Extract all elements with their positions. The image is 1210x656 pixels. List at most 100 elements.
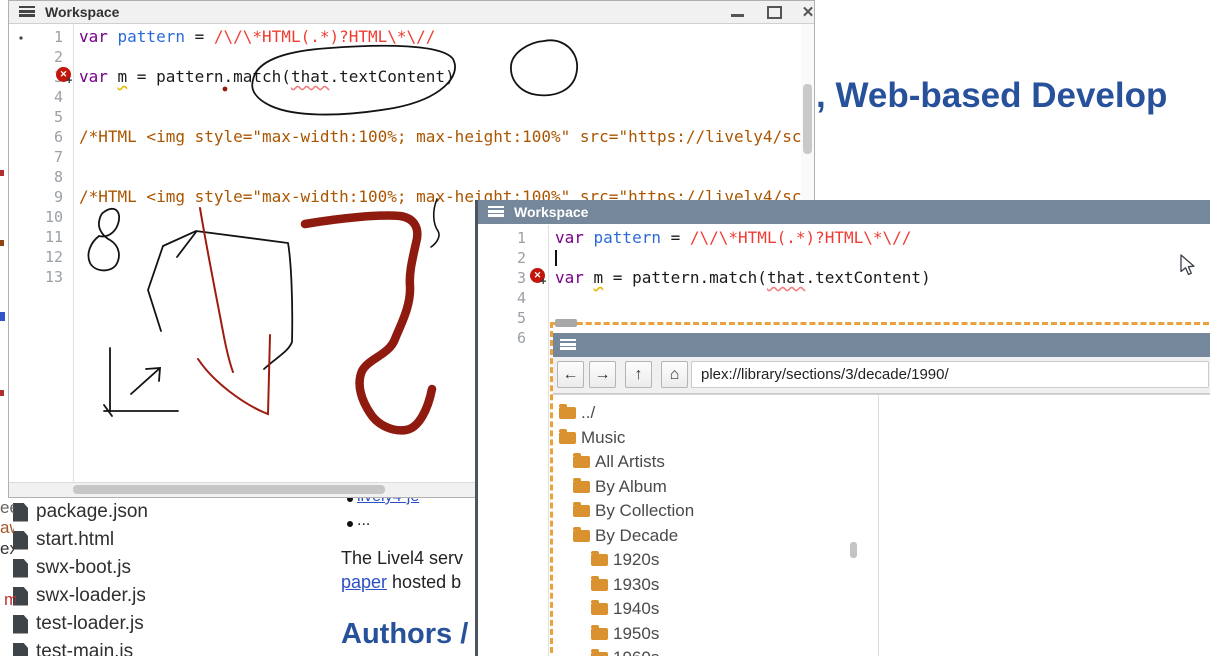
folder-label: 1960s	[613, 648, 659, 656]
forward-icon[interactable]: →	[589, 361, 616, 388]
error-badge[interactable]: ✕ +	[530, 268, 546, 284]
folder-label: ../	[581, 403, 595, 423]
regex-literal: /\/\*HTML(.*)?HTML\*\//	[214, 27, 436, 46]
workspace1-title: Workspace	[45, 4, 119, 20]
folder-item[interactable]: 1960s	[591, 646, 659, 656]
file-item[interactable]: start.html	[13, 528, 114, 552]
folder-icon	[591, 603, 608, 615]
line-number: 10	[33, 207, 63, 227]
identifier-that: that	[291, 67, 330, 86]
folder-label: 1930s	[613, 575, 659, 595]
folder-icon	[559, 407, 576, 419]
file-item[interactable]: swx-boot.js	[13, 556, 131, 580]
edge-mark	[0, 312, 5, 321]
identifier-m: m	[118, 67, 128, 86]
keyword-var: var	[555, 228, 594, 247]
menu-icon[interactable]	[19, 6, 35, 17]
folder-label: 1950s	[613, 624, 659, 644]
identifier-pattern: pattern	[118, 27, 185, 46]
paper-link[interactable]: paper	[341, 572, 387, 592]
folder-item[interactable]: By Album	[573, 475, 667, 499]
browser-content: ../ Music All Artists By Album By Collec…	[553, 394, 1210, 656]
code-text: = pattern.match(	[127, 67, 291, 86]
workspace-window-2: Workspace 1 2 3 4 5 6 ✕ + var pattern = …	[475, 200, 1210, 656]
text-fragment: ex	[0, 539, 14, 559]
file-label: test-loader.js	[36, 613, 144, 635]
folder-label: By Album	[595, 477, 667, 497]
folder-label: Music	[581, 428, 625, 448]
code-line-3[interactable]: var m = pattern.match(that.textContent)	[79, 67, 455, 87]
edge-mark	[0, 170, 4, 176]
workspace1-titlebar[interactable]: Workspace ✕	[9, 1, 814, 24]
folder-icon	[591, 579, 608, 591]
file-icon	[13, 615, 28, 634]
folder-item[interactable]: By Decade	[573, 524, 678, 548]
folder-item[interactable]: ../	[559, 401, 595, 425]
line-number: 2	[496, 248, 526, 268]
drag-handle[interactable]	[555, 319, 577, 327]
code-line-3[interactable]: var m = pattern.match(that.textContent)	[555, 268, 931, 288]
close-button[interactable]: ✕	[797, 5, 815, 20]
edge-mark	[0, 390, 4, 396]
folder-item[interactable]: By Collection	[573, 499, 694, 523]
paragraph-line2: paper hosted b	[341, 572, 461, 593]
folder-item[interactable]: All Artists	[573, 450, 665, 474]
menu-icon[interactable]	[488, 206, 504, 217]
file-icon	[13, 559, 28, 578]
album-grid: ORIGINAL MOTION PICTURE SOUNDTRACK THE 1…	[879, 395, 1210, 656]
folder-icon	[573, 481, 590, 493]
address-bar[interactable]: plex://library/sections/3/decade/1990/	[691, 361, 1209, 388]
screen: , Web-based Develop lively4-je ... The L…	[0, 0, 1210, 656]
file-item[interactable]: swx-loader.js	[13, 584, 146, 608]
gutter-divider	[548, 225, 549, 656]
browser-titlebar[interactable]	[553, 333, 1210, 357]
code-text: .textContent)	[805, 268, 930, 287]
up-icon[interactable]: ↑	[625, 361, 652, 388]
minimize-button[interactable]	[727, 5, 749, 20]
home-icon[interactable]: ⌂	[661, 361, 688, 388]
scrollbar-thumb[interactable]	[73, 485, 385, 494]
folder-item[interactable]: 1930s	[591, 573, 659, 597]
file-item[interactable]: test-loader.js	[13, 612, 144, 636]
workspace2-titlebar[interactable]: Workspace	[478, 200, 1210, 224]
menu-icon[interactable]	[560, 339, 576, 350]
file-icon	[13, 503, 28, 522]
back-icon[interactable]: ←	[557, 361, 584, 388]
line-number: 4	[496, 288, 526, 308]
error-badge[interactable]: ✕ +	[56, 67, 72, 83]
file-item[interactable]: test-main.js	[13, 640, 133, 656]
line-number: 5	[33, 107, 63, 127]
error-plus-icon: +	[66, 75, 72, 87]
code-line-6[interactable]: /*HTML <img style="max-width:100%; max-h…	[79, 127, 815, 147]
maximize-button[interactable]	[764, 5, 786, 20]
annotation-dot	[17, 34, 27, 44]
bullet-ellipsis: ...	[357, 512, 370, 530]
identifier-pattern: pattern	[594, 228, 661, 247]
scrollbar-thumb[interactable]	[850, 542, 857, 558]
scrollbar-thumb[interactable]	[803, 84, 812, 154]
operator: =	[661, 228, 690, 247]
folder-item[interactable]: 1950s	[591, 622, 659, 646]
line-number: 1	[496, 228, 526, 248]
plex-browser-container: ← → ↑ ⌂ plex://library/sections/3/decade…	[550, 322, 1210, 656]
keyword-var: var	[79, 27, 118, 46]
file-item[interactable]: package.json	[13, 500, 148, 524]
gutter-divider	[73, 24, 74, 482]
line-number: 1	[33, 27, 63, 47]
line-number: 3	[496, 268, 526, 288]
code-line-1[interactable]: var pattern = /\/\*HTML(.*)?HTML\*\//	[555, 228, 911, 248]
folder-label: 1920s	[613, 550, 659, 570]
text-cursor	[555, 250, 557, 266]
code-line-1[interactable]: var pattern = /\/\*HTML(.*)?HTML\*\//	[79, 27, 435, 47]
folder-item[interactable]: 1920s	[591, 548, 659, 572]
workspace2-title: Workspace	[514, 204, 588, 220]
browser-toolbar: ← → ↑ ⌂ plex://library/sections/3/decade…	[553, 357, 1210, 394]
folder-item[interactable]: 1940s	[591, 597, 659, 621]
operator: =	[185, 27, 214, 46]
folder-label: By Collection	[595, 501, 694, 521]
line-number: 13	[33, 267, 63, 287]
line-number: 4	[33, 87, 63, 107]
folder-item[interactable]: Music	[559, 426, 625, 450]
regex-literal: /\/\*HTML(.*)?HTML\*\//	[690, 228, 912, 247]
line-number: 9	[33, 187, 63, 207]
